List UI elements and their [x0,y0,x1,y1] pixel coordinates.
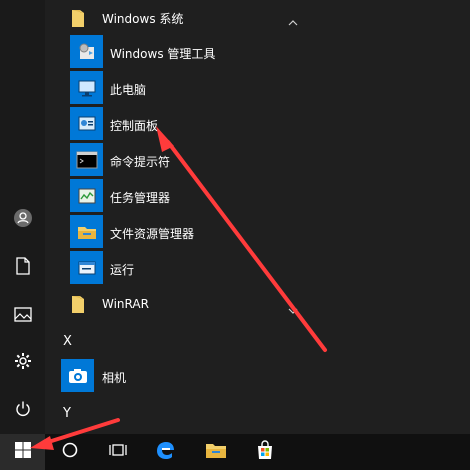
list-item-label: 此电脑 [110,83,147,97]
task-manager-icon [70,179,103,212]
group-windows-system[interactable]: Windows 系统 [45,0,325,36]
list-item-label: 任务管理器 [110,191,171,205]
taskbar [0,434,470,470]
task-view-button[interactable] [98,434,138,470]
cortana-button[interactable] [50,434,90,470]
windows-start-icon [14,441,32,463]
file-explorer-icon [70,215,103,248]
settings-button[interactable] [0,338,45,384]
run-icon [70,251,103,284]
task-view-icon [108,442,128,462]
user-account-button[interactable] [0,195,45,241]
file-explorer-icon [205,441,227,463]
left-rail [0,0,45,434]
store-button[interactable] [245,434,285,470]
start-menu: Windows 系统 Windows 管理工具 此电脑 控制面板 命令提示符 任… [0,0,470,434]
list-item-label: 相机 [102,371,127,385]
list-item-file-explorer[interactable]: 文件资源管理器 [45,214,325,250]
pictures-button[interactable] [0,291,45,337]
admin-tools-icon [70,35,103,68]
list-item-control-panel[interactable]: 控制面板 [45,106,325,142]
store-icon [254,439,276,465]
list-item-label: 运行 [110,263,135,277]
list-item-camera[interactable]: 相机 [45,358,325,394]
section-letter-x[interactable]: X [63,334,72,349]
chevron-up-icon[interactable] [288,12,298,31]
control-panel-icon [70,107,103,140]
list-item-label: 命令提示符 [110,155,171,169]
start-button[interactable] [0,434,45,470]
documents-button[interactable] [0,243,45,289]
pictures-icon [13,306,32,322]
group-label: Windows 系统 [102,12,184,26]
settings-icon [14,352,32,370]
this-pc-icon [70,71,103,104]
list-item-label: 文件资源管理器 [110,227,195,241]
camera-icon [61,359,94,392]
file-explorer-button[interactable] [196,434,236,470]
group-label: WinRAR [102,297,149,311]
chevron-down-icon[interactable] [288,300,298,319]
group-winrar[interactable]: WinRAR [45,286,325,322]
list-item-run[interactable]: 运行 [45,250,325,286]
cortana-icon [61,441,79,463]
list-item-task-manager[interactable]: 任务管理器 [45,178,325,214]
folder-icon [61,2,94,35]
user-icon [13,208,33,228]
power-button[interactable] [0,386,45,432]
list-item-label: 控制面板 [110,119,159,133]
app-list: Windows 系统 Windows 管理工具 此电脑 控制面板 命令提示符 任… [45,0,325,434]
document-icon [15,257,31,275]
list-item-this-pc[interactable]: 此电脑 [45,70,325,106]
list-item-label: Windows 管理工具 [110,47,216,61]
list-item-admin-tools[interactable]: Windows 管理工具 [45,34,325,70]
folder-icon [61,288,94,321]
cmd-icon [70,143,103,176]
list-item-cmd[interactable]: 命令提示符 [45,142,325,178]
power-icon [14,400,32,418]
section-letter-y[interactable]: Y [63,406,71,421]
edge-icon [154,439,176,465]
edge-button[interactable] [145,434,185,470]
